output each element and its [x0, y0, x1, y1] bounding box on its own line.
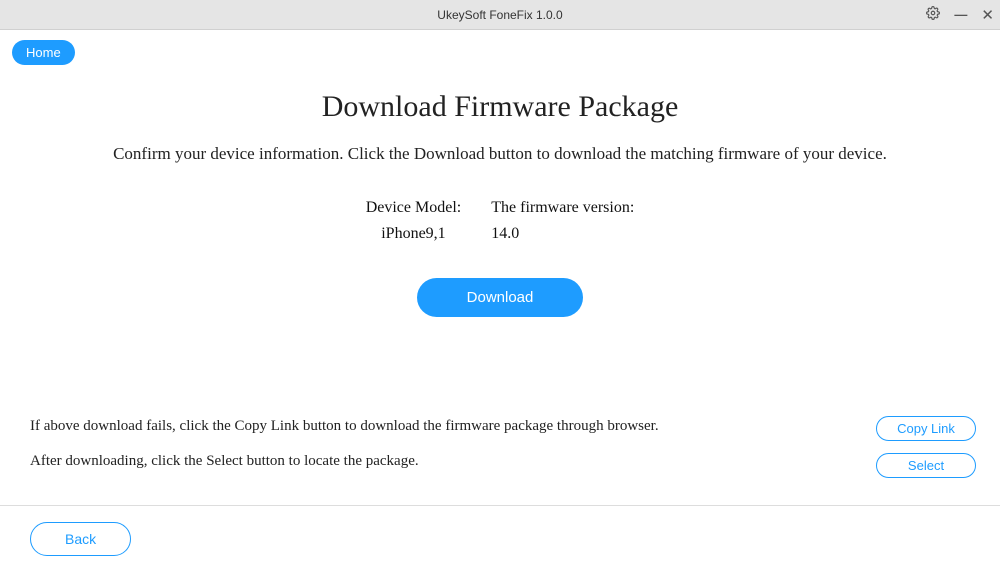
hint-select: After downloading, click the Select butt…: [30, 453, 970, 470]
page-title: Download Firmware Package: [0, 90, 1000, 124]
titlebar-controls: — ✕: [926, 6, 994, 24]
page-subtitle: Confirm your device information. Click t…: [0, 144, 1000, 164]
device-model-value: iPhone9,1: [366, 225, 462, 243]
select-button[interactable]: Select: [876, 453, 976, 478]
footer-divider: [0, 505, 1000, 506]
titlebar: UkeySoft FoneFix 1.0.0 — ✕: [0, 0, 1000, 30]
device-info: Device Model: iPhone9,1 The firmware ver…: [0, 199, 1000, 243]
settings-icon[interactable]: [926, 6, 940, 23]
minimize-icon[interactable]: —: [954, 7, 967, 22]
firmware-version-value: 14.0: [491, 225, 634, 243]
download-button[interactable]: Download: [417, 278, 584, 317]
window-title: UkeySoft FoneFix 1.0.0: [437, 8, 562, 22]
home-button[interactable]: Home: [12, 40, 75, 65]
hint-copy-link: If above download fails, click the Copy …: [30, 418, 970, 435]
main-content: Download Firmware Package Confirm your d…: [0, 30, 1000, 317]
side-buttons: Copy Link Select: [876, 416, 976, 478]
device-model-label: Device Model:: [366, 199, 462, 217]
firmware-version-label: The firmware version:: [491, 199, 634, 217]
back-button[interactable]: Back: [30, 522, 131, 556]
hints-section: If above download fails, click the Copy …: [30, 418, 970, 488]
close-icon[interactable]: ✕: [981, 6, 994, 24]
device-model-column: Device Model: iPhone9,1: [366, 199, 462, 243]
firmware-version-column: The firmware version: 14.0: [491, 199, 634, 243]
copy-link-button[interactable]: Copy Link: [876, 416, 976, 441]
